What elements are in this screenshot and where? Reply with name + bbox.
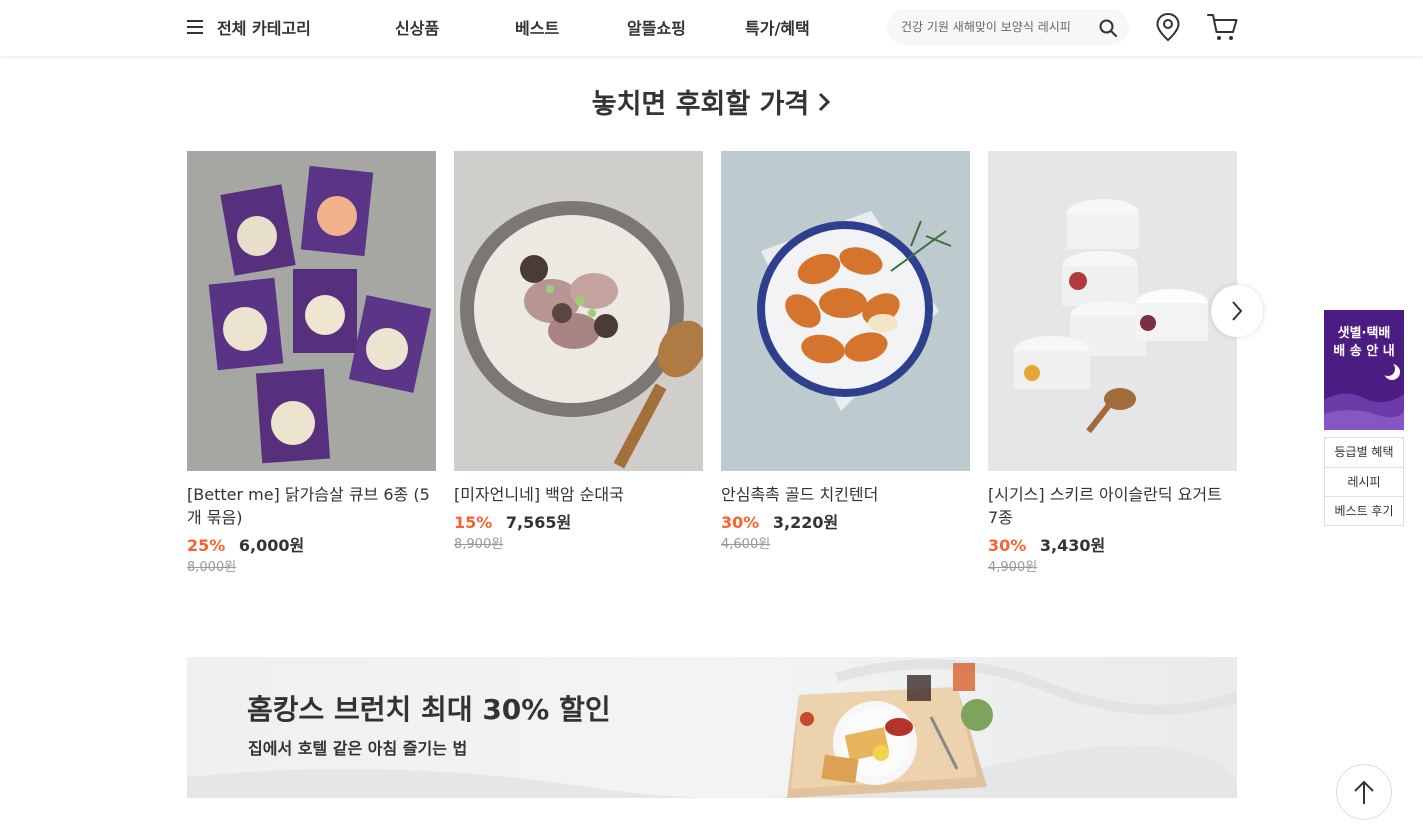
price-row: 30% 3,220원 <box>721 512 970 534</box>
nav-new-products[interactable]: 신상품 <box>395 15 439 39</box>
skyr-yogurt-photo <box>988 151 1237 471</box>
original-price: 8,900원 <box>454 537 504 552</box>
discount-rate: 15% <box>454 513 493 532</box>
location-pin-icon[interactable] <box>1155 12 1181 42</box>
scroll-to-top-button[interactable] <box>1336 764 1392 820</box>
price-row: 30% 3,430원 <box>988 535 1237 557</box>
product-name: 안심촉촉 골드 치킨텐더 <box>721 485 879 504</box>
sale-price: 6,000원 <box>238 536 305 555</box>
search-icon[interactable] <box>1098 18 1118 38</box>
side-quick-menu: 등급별 혜택 레시피 베스트 후기 <box>1324 437 1404 526</box>
side-banner-line1: 샛별·택배 <box>1337 326 1391 341</box>
section-header: 놓치면 후회할 가격 <box>0 82 1423 121</box>
product-name: [미자언니네] 백암 순대국 <box>454 485 624 504</box>
side-menu-grade-benefits[interactable]: 등급별 혜택 <box>1325 438 1403 467</box>
side-banner-line2: 배 송 안 내 <box>1333 344 1395 359</box>
side-menu-best-reviews[interactable]: 베스트 후기 <box>1325 496 1403 525</box>
product-card[interactable]: [미자언니네] 백암 순대국 15% 7,565원 8,900원 <box>454 151 703 554</box>
product-image <box>454 151 703 471</box>
discount-rate: 30% <box>721 513 760 532</box>
section-title-link[interactable]: 놓치면 후회할 가격 <box>592 82 832 121</box>
price-row: 25% 6,000원 <box>187 535 436 557</box>
delivery-info-banner[interactable]: 샛별·택배 배 송 안 내 <box>1324 310 1404 430</box>
nav-thrifty-shopping[interactable]: 알뜰쇼핑 <box>627 15 686 39</box>
chicken-tender-photo <box>721 151 970 471</box>
search-input[interactable] <box>901 18 1091 36</box>
product-card[interactable]: [Better me] 닭가슴살 큐브 6종 (5개 묶음) 25% 6,000… <box>187 151 436 577</box>
discount-rate: 30% <box>988 536 1027 555</box>
banner-title: 홈캉스 브런치 최대 30% 할인 <box>247 693 611 726</box>
all-categories-link[interactable]: 전체 카테고리 <box>217 15 311 39</box>
original-price: 4,900원 <box>988 560 1038 575</box>
banner-subtitle: 집에서 호텔 같은 아침 즐기는 법 <box>248 739 468 758</box>
original-price: 4,600원 <box>721 537 771 552</box>
product-card[interactable]: [시기스] 스키르 아이슬란딕 요거트 7종 30% 3,430원 4,900원 <box>988 151 1237 577</box>
global-nav-bar: 전체 카테고리 신상품 베스트 알뜰쇼핑 특가/혜택 <box>0 0 1423 56</box>
product-name: [시기스] 스키르 아이슬란딕 요거트 7종 <box>988 485 1222 527</box>
sale-price: 3,430원 <box>1039 536 1106 555</box>
hamburger-menu-icon[interactable] <box>187 19 203 35</box>
price-row: 15% 7,565원 <box>454 512 703 534</box>
chevron-right-icon <box>819 92 831 111</box>
nav-special-deals[interactable]: 특가/혜택 <box>745 15 810 39</box>
search-bar <box>887 9 1129 45</box>
global-nav-inner: 전체 카테고리 신상품 베스트 알뜰쇼핑 특가/혜택 <box>187 0 1239 54</box>
cart-icon[interactable] <box>1207 12 1239 42</box>
carousel-next-button[interactable] <box>1211 285 1263 337</box>
discount-rate: 25% <box>187 536 226 555</box>
chevron-right-icon <box>1232 301 1243 321</box>
sale-price: 3,220원 <box>772 513 839 532</box>
sundae-soup-photo <box>454 151 703 471</box>
section-title: 놓치면 후회할 가격 <box>591 89 810 120</box>
product-card[interactable]: 안심촉촉 골드 치킨텐더 30% 3,220원 4,600원 <box>721 151 970 554</box>
chicken-breast-cube-photo <box>187 151 436 471</box>
product-image <box>988 151 1237 471</box>
product-image <box>721 151 970 471</box>
side-menu-recipes[interactable]: 레시피 <box>1325 467 1403 496</box>
product-image <box>187 151 436 471</box>
arrow-up-icon <box>1354 780 1374 804</box>
promo-banner[interactable]: 홈캉스 브런치 최대 30% 할인 집에서 호텔 같은 아침 즐기는 법 <box>187 657 1237 798</box>
sale-price: 7,565원 <box>505 513 572 532</box>
product-name: [Better me] 닭가슴살 큐브 6종 (5개 묶음) <box>187 485 430 527</box>
original-price: 8,000원 <box>187 560 237 575</box>
nav-best[interactable]: 베스트 <box>515 15 559 39</box>
